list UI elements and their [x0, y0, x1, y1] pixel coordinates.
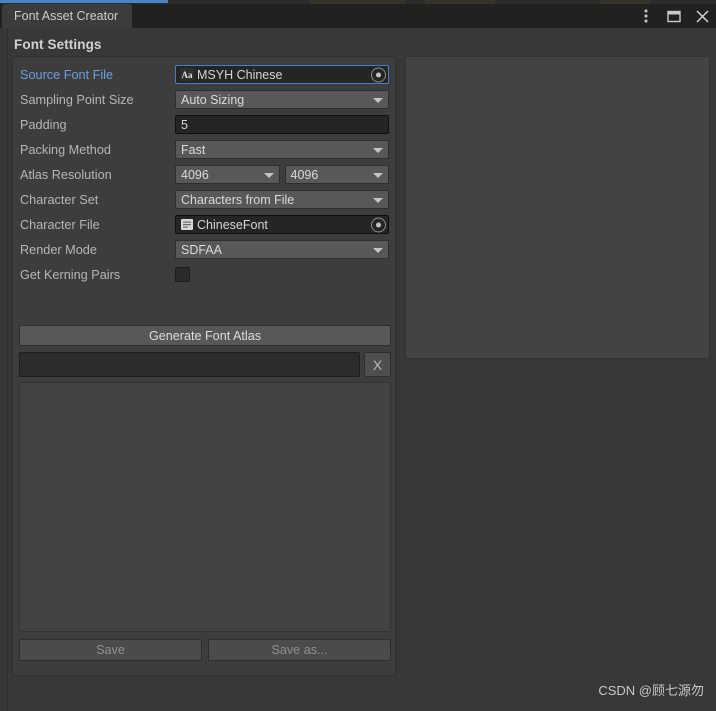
- row-sampling-point-size: Sampling Point Size Auto Sizing: [13, 89, 395, 110]
- chevron-down-icon: [373, 147, 383, 153]
- window-body: Font Settings Source Font File Aa MSYH C…: [0, 28, 716, 711]
- character-set-dropdown[interactable]: Characters from File: [175, 190, 389, 209]
- label-packing-method: Packing Method: [20, 142, 111, 157]
- source-font-file-picker-icon[interactable]: [371, 67, 386, 82]
- label-source-font-file: Source Font File: [20, 67, 114, 82]
- row-atlas-resolution: Atlas Resolution 4096 4096: [13, 164, 395, 185]
- padding-input[interactable]: 5: [175, 115, 389, 134]
- save-as-button[interactable]: Save as...: [208, 639, 391, 661]
- row-get-kerning-pairs: Get Kerning Pairs: [13, 264, 395, 285]
- watermark-text: CSDN @顾七源勿: [598, 683, 704, 698]
- maximize-icon[interactable]: [666, 8, 682, 24]
- row-character-set: Character Set Characters from File: [13, 189, 395, 210]
- svg-text:Aa: Aa: [182, 70, 193, 80]
- label-character-file: Character File: [20, 217, 100, 232]
- character-set-value: Characters from File: [181, 192, 295, 207]
- row-source-font-file: Source Font File Aa MSYH Chinese: [13, 64, 395, 85]
- left-edge-divider: [7, 28, 8, 711]
- save-button-label: Save: [96, 643, 125, 657]
- source-font-file-field[interactable]: Aa MSYH Chinese: [175, 65, 389, 84]
- active-tab-accent-bar: [0, 0, 168, 3]
- chevron-down-icon: [263, 172, 274, 178]
- chevron-down-icon: [373, 197, 383, 203]
- packing-method-value: Fast: [181, 142, 206, 157]
- tab-bar: Font Asset Creator: [0, 4, 716, 28]
- save-as-button-label: Save as...: [271, 643, 328, 657]
- get-kerning-pairs-checkbox[interactable]: [175, 267, 190, 282]
- atlas-resolution-width-dropdown[interactable]: 4096: [175, 165, 280, 184]
- label-atlas-resolution: Atlas Resolution: [20, 167, 112, 182]
- close-icon[interactable]: [694, 8, 710, 24]
- font-atlas-preview-panel: [405, 56, 710, 359]
- cancel-generation-label: X: [372, 356, 383, 373]
- window-controls: [638, 4, 710, 28]
- chevron-down-icon: [373, 172, 383, 178]
- generate-font-atlas-button[interactable]: Generate Font Atlas: [19, 325, 391, 346]
- label-sampling-point-size: Sampling Point Size: [20, 92, 134, 107]
- generate-font-atlas-label: Generate Font Atlas: [148, 328, 261, 343]
- row-render-mode: Render Mode SDFAA: [13, 239, 395, 260]
- character-file-field[interactable]: ChineseFont: [175, 215, 389, 234]
- render-mode-dropdown[interactable]: SDFAA: [175, 240, 389, 259]
- row-character-file: Character File ChineseFont: [13, 214, 395, 235]
- sampling-point-size-dropdown[interactable]: Auto Sizing: [175, 90, 389, 109]
- tab-label: Font Asset Creator: [14, 9, 119, 23]
- atlas-resolution-height-dropdown[interactable]: 4096: [284, 165, 389, 184]
- tab-font-asset-creator[interactable]: Font Asset Creator: [2, 4, 133, 28]
- label-character-set: Character Set: [20, 192, 99, 207]
- character-file-picker-icon[interactable]: [371, 217, 386, 232]
- font-asset-creator-window: Font Asset Creator Font Settings Source …: [0, 0, 716, 711]
- sampling-point-size-value: Auto Sizing: [181, 92, 245, 107]
- label-get-kerning-pairs: Get Kerning Pairs: [20, 267, 121, 282]
- font-asset-icon: Aa: [180, 68, 194, 81]
- chevron-down-icon: [373, 97, 383, 103]
- text-asset-icon: [181, 219, 193, 230]
- packing-method-dropdown[interactable]: Fast: [175, 140, 389, 159]
- chevron-down-icon: [373, 247, 383, 253]
- generation-output-area: [19, 382, 391, 632]
- atlas-resolution-height-value: 4096: [290, 167, 319, 182]
- render-mode-value: SDFAA: [181, 242, 222, 257]
- character-file-value: ChineseFont: [197, 217, 268, 232]
- font-settings-panel: Source Font File Aa MSYH Chinese Samplin…: [12, 56, 396, 676]
- more-options-icon[interactable]: [638, 8, 654, 24]
- source-font-file-value: MSYH Chinese: [197, 67, 283, 82]
- label-padding: Padding: [20, 117, 67, 132]
- row-padding: Padding 5: [13, 114, 395, 135]
- row-packing-method: Packing Method Fast: [13, 139, 395, 160]
- atlas-resolution-width-value: 4096: [181, 167, 209, 182]
- cancel-generation-button[interactable]: X: [364, 352, 391, 377]
- generation-progress-row: X: [19, 352, 391, 377]
- generation-progress-bar: [19, 352, 360, 377]
- label-render-mode: Render Mode: [20, 242, 97, 257]
- font-settings-title: Font Settings: [14, 37, 102, 52]
- save-button[interactable]: Save: [19, 639, 202, 661]
- save-buttons-row: Save Save as...: [19, 639, 391, 661]
- padding-value: 5: [181, 117, 188, 132]
